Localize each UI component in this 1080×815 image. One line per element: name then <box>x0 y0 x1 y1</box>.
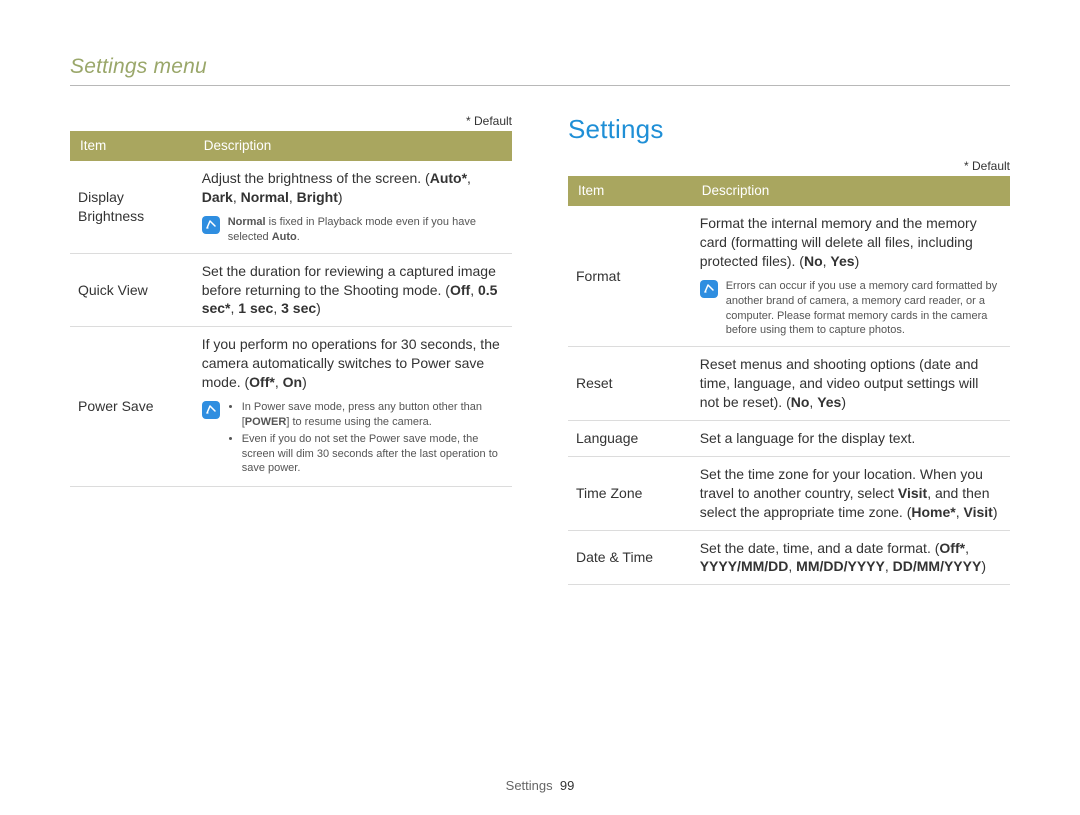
item-label: Quick View <box>70 253 194 327</box>
option: On <box>283 374 302 390</box>
desc-text: If you perform no operations for 30 seco… <box>202 335 502 392</box>
table-row: Format Format the internal memory and th… <box>568 206 1010 347</box>
note-icon <box>202 401 220 419</box>
item-label: Date & Time <box>568 530 692 585</box>
item-desc: Set a language for the display text. <box>692 420 1010 456</box>
note-text: Normal is fixed in Playback mode even if… <box>228 215 502 245</box>
note-block: Normal is fixed in Playback mode even if… <box>202 215 502 245</box>
page-number: 99 <box>560 778 574 793</box>
option: Auto* <box>430 170 467 186</box>
desc-text: Format the internal memory and the memor… <box>700 214 1000 271</box>
item-label: Reset <box>568 347 692 421</box>
col-desc-header: Description <box>692 176 1010 206</box>
default-caption-left: * Default <box>70 114 512 128</box>
option: MM/DD/YYYY <box>796 558 885 574</box>
note-icon <box>700 280 718 298</box>
option: Off <box>450 282 470 298</box>
option: Yes <box>830 253 854 269</box>
option: Off* <box>939 540 965 556</box>
note-text: Errors can occur if you use a memory car… <box>726 279 1000 338</box>
note-icon <box>202 216 220 234</box>
right-table: Item Description Format Format the inter… <box>568 176 1010 585</box>
option: No <box>804 253 823 269</box>
col-desc-header: Description <box>194 131 512 161</box>
option: YYYY/MM/DD <box>700 558 789 574</box>
page-footer: Settings 99 <box>0 778 1080 793</box>
table-row: Power Save If you perform no operations … <box>70 327 512 487</box>
desc-text: Reset menus and shooting options (date a… <box>700 355 1000 412</box>
col-item-header: Item <box>70 131 194 161</box>
desc-post: ) <box>338 189 343 205</box>
table-row: Date & Time Set the date, time, and a da… <box>568 530 1010 585</box>
option: 1 sec <box>238 300 273 316</box>
item-label: Format <box>568 206 692 347</box>
option: Bright <box>297 189 338 205</box>
option: Home* <box>911 504 955 520</box>
item-desc: Set the duration for reviewing a capture… <box>194 253 512 327</box>
table-row: Display Brightness Adjust the brightness… <box>70 161 512 253</box>
note-list-item: In Power save mode, press any button oth… <box>242 400 502 430</box>
option: Visit <box>964 504 993 520</box>
desc-text: Set the duration for reviewing a capture… <box>202 262 502 319</box>
note-list: In Power save mode, press any button oth… <box>228 400 502 478</box>
option: Normal <box>241 189 289 205</box>
desc-text: Adjust the brightness of the screen. (Au… <box>202 169 502 207</box>
desc-pre: Adjust the brightness of the screen. ( <box>202 170 430 186</box>
desc-text: Set a language for the display text. <box>700 429 1000 448</box>
note-list-item: Even if you do not set the Power save mo… <box>242 432 502 477</box>
item-desc: Reset menus and shooting options (date a… <box>692 347 1010 421</box>
note-block: Errors can occur if you use a memory car… <box>700 279 1000 338</box>
table-row: Quick View Set the duration for reviewin… <box>70 253 512 327</box>
item-label: Display Brightness <box>70 161 194 253</box>
table-row: Language Set a language for the display … <box>568 420 1010 456</box>
table-row: Time Zone Set the time zone for your loc… <box>568 456 1010 530</box>
note-block: In Power save mode, press any button oth… <box>202 400 502 478</box>
desc-text: Set the date, time, and a date format. (… <box>700 539 1000 577</box>
option: DD/MM/YYYY <box>893 558 982 574</box>
content-columns: * Default Item Description Display Brigh… <box>70 114 1010 585</box>
desc-text: Set the time zone for your location. Whe… <box>700 465 1000 522</box>
item-desc: If you perform no operations for 30 seco… <box>194 327 512 487</box>
table-row: Reset Reset menus and shooting options (… <box>568 347 1010 421</box>
left-table: Item Description Display Brightness Adju… <box>70 131 512 487</box>
item-label: Power Save <box>70 327 194 487</box>
option: 3 sec <box>281 300 316 316</box>
col-item-header: Item <box>568 176 692 206</box>
right-column: Settings * Default Item Description Form… <box>568 114 1010 585</box>
footer-label: Settings <box>506 778 553 793</box>
page: Settings menu * Default Item Description… <box>0 0 1080 815</box>
option: Dark <box>202 189 233 205</box>
item-desc: Set the date, time, and a date format. (… <box>692 530 1010 585</box>
option: Yes <box>817 394 841 410</box>
item-desc: Set the time zone for your location. Whe… <box>692 456 1010 530</box>
item-desc: Format the internal memory and the memor… <box>692 206 1010 347</box>
item-desc: Adjust the brightness of the screen. (Au… <box>194 161 512 253</box>
option: Off* <box>249 374 275 390</box>
section-header: Settings menu <box>70 55 1010 86</box>
default-caption-right: * Default <box>568 159 1010 173</box>
item-label: Language <box>568 420 692 456</box>
option: No <box>791 394 810 410</box>
page-title: Settings <box>568 114 1010 145</box>
item-label: Time Zone <box>568 456 692 530</box>
left-column: * Default Item Description Display Brigh… <box>70 114 512 585</box>
